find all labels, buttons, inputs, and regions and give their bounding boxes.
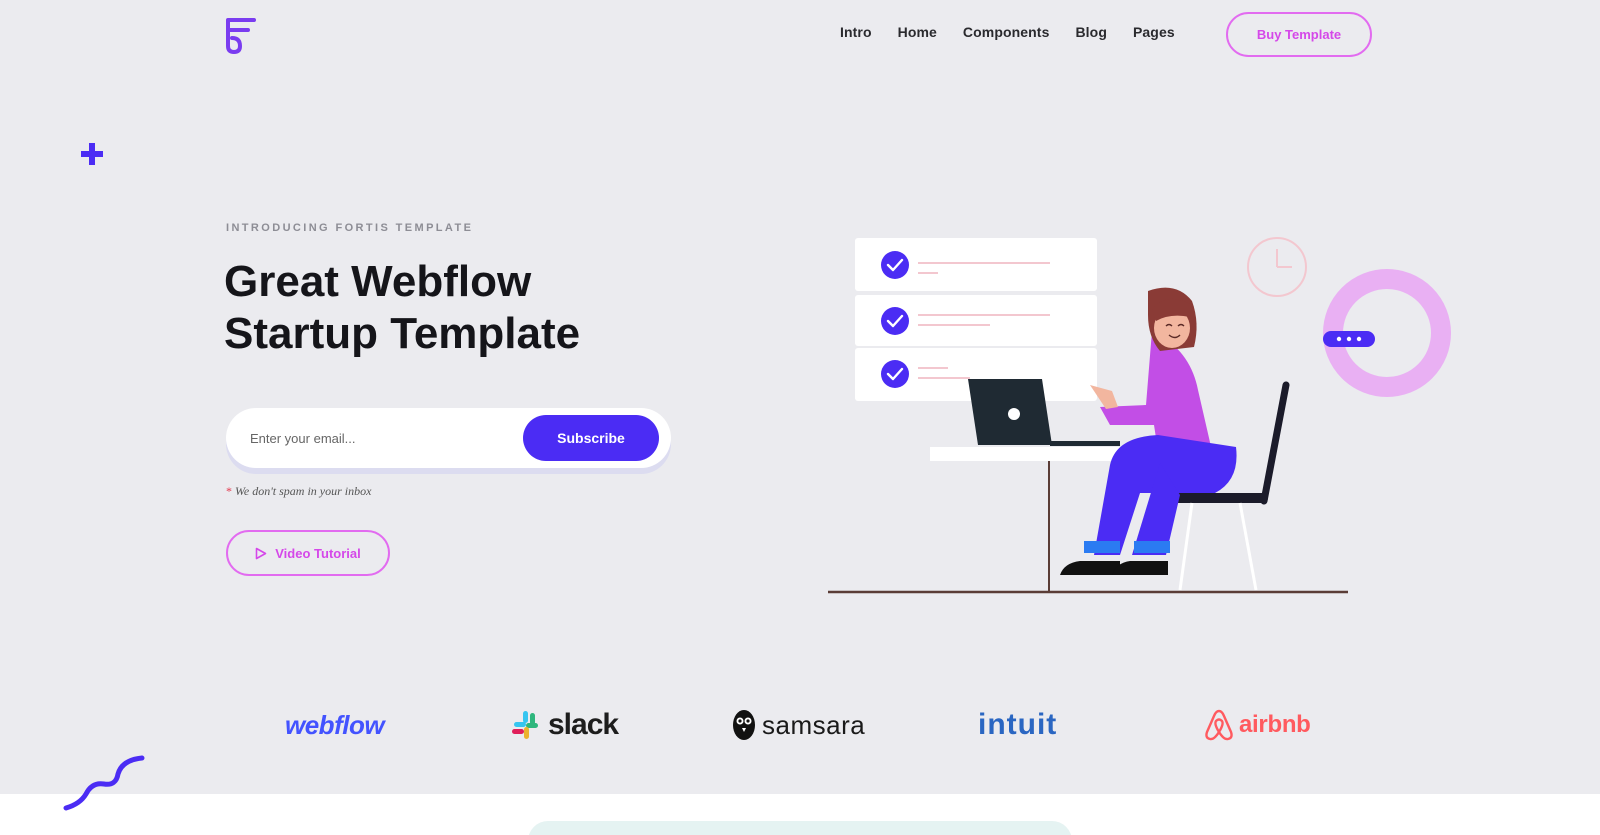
airbnb-icon [1205,709,1233,741]
video-tutorial-label: Video Tutorial [275,545,361,561]
hero-headline: Great Webflow Startup Template [224,256,664,360]
headline-line-2: Startup Template [224,309,581,358]
check-icon [881,307,909,335]
play-icon [255,547,267,559]
email-input[interactable] [250,423,500,453]
nav-home[interactable]: Home [898,24,937,40]
slack-wordmark: slack [548,708,619,741]
airbnb-wordmark: airbnb [1239,711,1311,738]
no-spam-text: We don't spam in your inbox [235,484,372,498]
nav-blog[interactable]: Blog [1075,24,1107,40]
subscribe-button[interactable]: Subscribe [523,415,659,461]
check-icon [881,360,909,388]
samsara-logo: samsara [732,700,865,750]
nav-components[interactable]: Components [963,24,1050,40]
squiggle-icon [63,755,145,811]
headline-line-1: Great Webflow [224,257,532,306]
video-tutorial-button[interactable]: Video Tutorial [226,530,390,576]
intuit-wordmark: intuit [978,708,1058,741]
checklist-card [855,238,1097,401]
slack-icon [512,711,538,739]
slack-logo: slack [510,700,619,750]
check-icon [881,251,909,279]
owl-icon [733,710,755,740]
nav-pages[interactable]: Pages [1133,24,1175,40]
nav-intro[interactable]: Intro [840,24,872,40]
partner-logos: webflow slack samsara intuit airbnb [0,700,1600,760]
main-nav: Intro Home Components Blog Pages [840,24,1201,40]
landing-page: Intro Home Components Blog Pages Buy Tem… [0,0,1600,835]
samsara-wordmark: samsara [762,709,866,740]
hero-illustration [828,237,1451,594]
webflow-wordmark: webflow [285,709,385,740]
required-star: * [226,484,232,498]
hero-eyebrow: INTRODUCING FORTIS TEMPLATE [226,222,474,234]
next-section-pill [528,821,1072,835]
buy-template-button[interactable]: Buy Template [1226,12,1372,57]
subscribe-form: Subscribe [226,408,671,468]
intuit-logo: intuit [978,700,1057,750]
airbnb-logo: airbnb [1203,700,1311,750]
fortis-logo-icon[interactable] [224,14,260,54]
webflow-logo: webflow [285,700,385,750]
no-spam-note: * We don't spam in your inbox [226,484,371,499]
plus-icon [81,143,103,165]
